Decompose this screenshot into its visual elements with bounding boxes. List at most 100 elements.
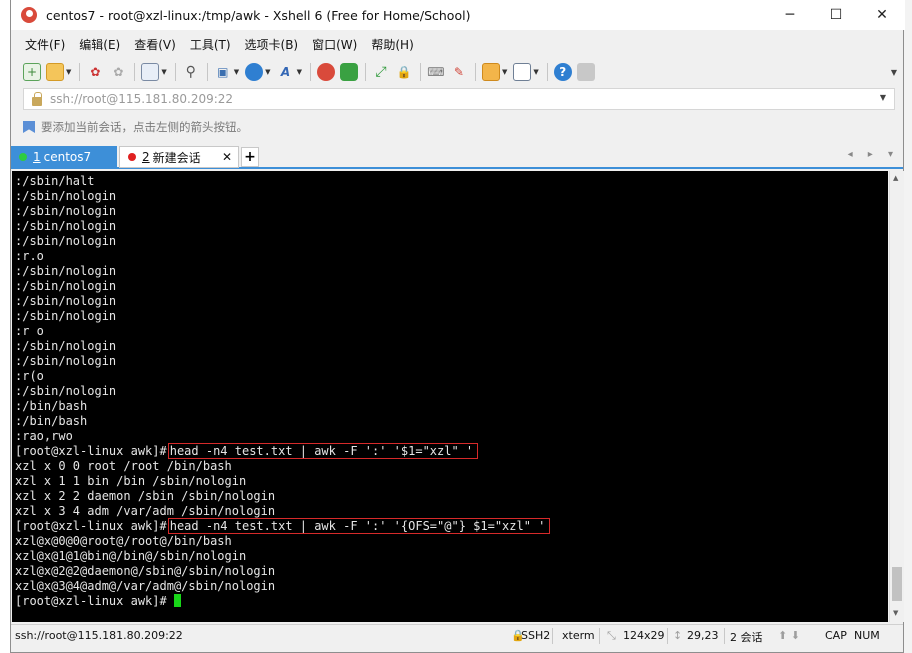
address-input[interactable]: ssh://root@115.181.80.209:22: [50, 92, 233, 106]
title-bar: centos7 - root@xzl-linux:/tmp/awk - Xshe…: [11, 0, 905, 30]
connected-status-icon: [19, 153, 27, 161]
transfer-icon[interactable]: ▣: [214, 63, 232, 81]
terminal-line: :/sbin/nologin: [15, 339, 117, 353]
terminal-line: :/sbin/nologin: [15, 354, 117, 368]
globe-dropdown-icon[interactable]: ▼: [265, 68, 270, 76]
globe-icon[interactable]: [245, 63, 264, 81]
scroll-down-icon[interactable]: ▼: [893, 609, 898, 617]
transfer-dropdown-icon[interactable]: ▼: [234, 68, 239, 76]
chat-icon[interactable]: [576, 63, 595, 81]
status-divider: [724, 628, 725, 644]
menu-window[interactable]: 窗口(W): [312, 36, 357, 53]
status-caps-lock: CAP: [825, 629, 847, 642]
terminal-command-line: [root@xzl-linux awk]# head -n4 test.txt |…: [15, 443, 888, 459]
layout-dropdown-icon[interactable]: ▼: [533, 68, 538, 76]
properties-dropdown-icon[interactable]: ▼: [161, 68, 166, 76]
session-nav-icons[interactable]: ⬆ ⬇: [778, 629, 800, 642]
cursor-position-icon: ↕: [673, 629, 683, 642]
address-bar[interactable]: ssh://root@115.181.80.209:22 ▼: [23, 88, 895, 110]
terminal-output-line: xzl@x@2@2@daemon@/sbin@/sbin/nologin: [15, 564, 276, 578]
toolbar-divider: [79, 63, 81, 81]
status-sessions: 2 会话: [730, 631, 763, 644]
terminal-line: :/sbin/nologin: [15, 279, 117, 293]
disconnected-status-icon: [128, 153, 136, 161]
font-dropdown-icon[interactable]: ▼: [297, 68, 302, 76]
terminal-output-line: xzl@x@3@4@adm@/var/adm@/sbin/nologin: [15, 579, 276, 593]
shell-prompt: [root@xzl-linux awk]#: [15, 594, 167, 608]
toolbar-divider: [309, 63, 311, 81]
shell-prompt: [root@xzl-linux awk]#: [15, 519, 167, 533]
close-button[interactable]: ✕: [859, 0, 905, 30]
window-controls: ─ ☐ ✕: [767, 0, 905, 30]
minimize-button[interactable]: ─: [767, 0, 813, 30]
tab-number: 2: [142, 150, 150, 164]
highlight-icon[interactable]: ✎: [450, 63, 468, 81]
toolbar-divider: [134, 63, 136, 81]
xshell-logo-icon: [21, 7, 37, 23]
tab-new-session[interactable]: 2 新建会话 ✕: [119, 146, 239, 168]
open-dropdown-icon[interactable]: ▼: [66, 68, 71, 76]
bookmark-arrow-icon[interactable]: [23, 121, 35, 133]
terminal-output-line: xzl x 2 2 daemon /sbin /sbin/nologin: [15, 489, 276, 503]
new-session-icon[interactable]: +: [23, 63, 41, 81]
terminal-line: :/sbin/nologin: [15, 204, 117, 218]
lock-icon: [32, 91, 42, 106]
terminal-line: :/sbin/nologin: [15, 264, 117, 278]
terminal-scrollbar[interactable]: ▲ ▼: [889, 171, 904, 622]
highlighted-command: head -n4 test.txt | awk -F ':' '{OFS="@"…: [167, 518, 551, 534]
reconnect-icon[interactable]: ✿: [86, 63, 104, 81]
open-folder-icon[interactable]: [46, 63, 64, 81]
terminal-line: :/sbin/nologin: [15, 219, 117, 233]
font-icon[interactable]: A: [277, 63, 295, 81]
menu-tab[interactable]: 选项卡(B): [245, 36, 299, 53]
scroll-up-icon[interactable]: ▲: [893, 174, 898, 182]
tab-close-icon[interactable]: ✕: [222, 150, 232, 164]
tab-centos7[interactable]: 1 centos7: [11, 146, 117, 168]
shell-prompt: [root@xzl-linux awk]#: [15, 444, 167, 458]
disconnect-icon[interactable]: ✿: [109, 63, 127, 81]
maximize-button[interactable]: ☐: [813, 0, 859, 30]
status-size: 124x29: [623, 629, 665, 642]
new-window-dropdown-icon[interactable]: ▼: [502, 68, 507, 76]
keyboard-icon[interactable]: ⌨: [427, 63, 445, 81]
properties-icon[interactable]: [141, 63, 160, 81]
tab-navigation-icons[interactable]: ◂ ▸ ▾: [848, 149, 899, 160]
toolbar-divider: [206, 63, 208, 81]
fullscreen-icon[interactable]: ⤢: [372, 63, 390, 81]
lock-icon[interactable]: 🔒: [395, 63, 413, 81]
menu-file[interactable]: 文件(F): [25, 36, 65, 53]
terminal-line: :/sbin/nologin: [15, 294, 117, 308]
terminal-cursor: [173, 594, 181, 607]
terminal-line: :/sbin/halt: [15, 174, 95, 188]
terminal-line: :/bin/bash: [15, 399, 88, 413]
find-icon[interactable]: ⚲: [182, 63, 200, 81]
help-icon[interactable]: ?: [553, 63, 572, 81]
new-window-icon[interactable]: [481, 63, 500, 81]
menu-tools[interactable]: 工具(T): [190, 36, 231, 53]
toolbar-divider: [174, 63, 176, 81]
menu-edit[interactable]: 编辑(E): [79, 36, 120, 53]
terminal-line: :/bin/bash: [15, 414, 88, 428]
terminal-line: :/sbin/nologin: [15, 384, 117, 398]
toolbar-divider: [364, 63, 366, 81]
add-tab-button[interactable]: +: [241, 147, 259, 167]
xftp-icon[interactable]: [339, 63, 358, 81]
terminal-output[interactable]: :/sbin/halt:/sbin/nologin:/sbin/nologin:…: [12, 171, 888, 622]
layout-icon[interactable]: [513, 63, 532, 81]
xshell-icon[interactable]: [316, 63, 335, 81]
menu-help[interactable]: 帮助(H): [371, 36, 413, 53]
address-dropdown-icon[interactable]: ▼: [880, 93, 886, 102]
status-protocol: SSH2: [521, 629, 551, 642]
terminal-output-line: xzl x 3 4 adm /var/adm /sbin/nologin: [15, 504, 276, 518]
session-tabs: 1 centos7 2 新建会话 ✕ + ◂ ▸ ▾: [11, 145, 903, 169]
terminal-current-prompt[interactable]: [root@xzl-linux awk]#: [15, 594, 888, 609]
terminal-output-line: xzl x 0 0 root /root /bin/bash: [15, 459, 232, 473]
highlighted-command: head -n4 test.txt | awk -F ':' '$1="xzl"…: [167, 443, 479, 459]
toolbar-overflow-icon[interactable]: ▼: [891, 68, 897, 77]
menu-view[interactable]: 查看(V): [134, 36, 176, 53]
toolbar-divider: [546, 63, 548, 81]
scroll-thumb[interactable]: [892, 567, 902, 601]
terminal-output-line: xzl@x@1@1@bin@/bin@/sbin/nologin: [15, 549, 247, 563]
status-connection: ssh://root@115.181.80.209:22: [15, 629, 183, 642]
